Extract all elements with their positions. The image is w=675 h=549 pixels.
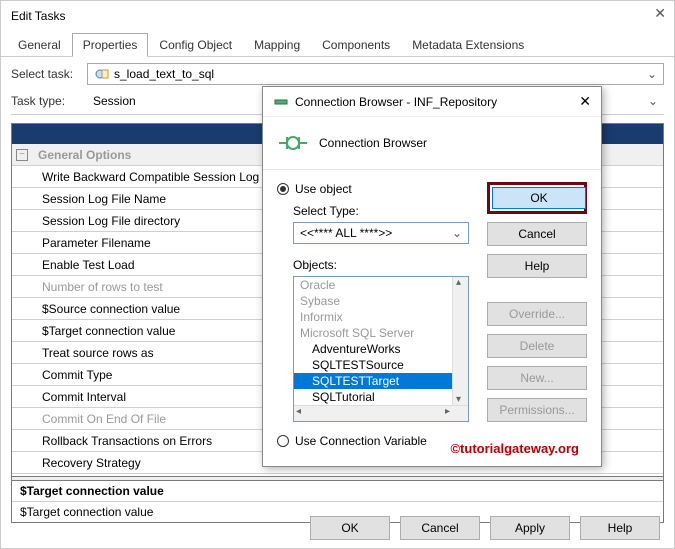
ucv-label: Use Connection Variable [295, 434, 427, 448]
select-type-value: <<**** ALL ****>> [300, 226, 392, 240]
select-type-combo[interactable]: <<**** ALL ****>> [293, 222, 469, 244]
apply-button[interactable]: Apply [490, 516, 570, 540]
tree-sqltesttarget[interactable]: SQLTESTTarget [294, 373, 452, 389]
tab-components[interactable]: Components [311, 33, 401, 56]
watermark: ©tutorialgateway.org [450, 441, 579, 456]
use-object-label: Use object [295, 182, 352, 196]
close-icon[interactable]: ✕ [579, 93, 591, 110]
tab-config-object[interactable]: Config Object [148, 33, 243, 56]
radio-selected-icon [277, 183, 289, 195]
tab-properties[interactable]: Properties [72, 33, 149, 57]
modal-header-text: Connection Browser [319, 136, 427, 150]
select-type-label: Select Type: [293, 204, 475, 218]
new-button[interactable]: New... [487, 366, 587, 390]
modal-ok-button[interactable]: OK [492, 187, 586, 209]
help-button[interactable]: Help [580, 516, 660, 540]
delete-button[interactable]: Delete [487, 334, 587, 358]
select-task-combo[interactable]: s_load_text_to_sql [87, 63, 664, 85]
tab-mapping[interactable]: Mapping [243, 33, 311, 56]
tree-sybase[interactable]: Sybase [294, 293, 452, 309]
connection-icon [273, 94, 289, 110]
task-type-label: Task type: [11, 94, 87, 108]
modal-title-text: Connection Browser - INF_Repository [295, 95, 497, 109]
collapse-icon[interactable]: − [16, 149, 28, 161]
cancel-button[interactable]: Cancel [400, 516, 480, 540]
main-titlebar: Edit Tasks ✕ [1, 1, 674, 31]
close-icon[interactable]: ✕ [654, 5, 666, 22]
detail-title: $Target connection value [12, 481, 663, 502]
tree-oracle[interactable]: Oracle [294, 277, 452, 293]
select-task-value: s_load_text_to_sql [114, 67, 214, 81]
tree-sqltutorial[interactable]: SQLTutorial [294, 389, 452, 405]
plug-icon [277, 127, 309, 159]
group-label: General Options [32, 146, 137, 164]
objects-vscroll[interactable] [452, 277, 468, 405]
tree-informix[interactable]: Informix [294, 309, 452, 325]
connection-browser-dialog: Connection Browser - INF_Repository ✕ Co… [262, 86, 602, 467]
tree-sqltestsource[interactable]: SQLTESTSource [294, 357, 452, 373]
main-title: Edit Tasks [11, 9, 65, 23]
session-icon [94, 66, 110, 82]
tab-general[interactable]: General [7, 33, 72, 56]
modal-header: Connection Browser [263, 117, 601, 170]
modal-help-button[interactable]: Help [487, 254, 587, 278]
objects-listbox[interactable]: Oracle Sybase Informix Microsoft SQL Ser… [293, 276, 469, 422]
grid-splitter[interactable] [12, 476, 663, 480]
tab-metadata-extensions[interactable]: Metadata Extensions [401, 33, 535, 56]
permissions-button[interactable]: Permissions... [487, 398, 587, 422]
grid-scroll-header [645, 124, 663, 144]
main-button-bar: OK Cancel Apply Help [310, 516, 660, 540]
modal-titlebar: Connection Browser - INF_Repository ✕ [263, 87, 601, 117]
tab-strip: General Properties Config Object Mapping… [1, 31, 674, 57]
ok-button[interactable]: OK [310, 516, 390, 540]
modal-left: Use object Select Type: <<**** ALL ****>… [277, 182, 475, 422]
tree-mssql[interactable]: Microsoft SQL Server [294, 325, 452, 341]
select-task-label: Select task: [11, 67, 87, 81]
ok-highlight: OK [487, 182, 587, 214]
radio-unselected-icon [277, 435, 289, 447]
tree-adventureworks[interactable]: AdventureWorks [294, 341, 452, 357]
modal-cancel-button[interactable]: Cancel [487, 222, 587, 246]
objects-label: Objects: [293, 258, 475, 272]
override-button[interactable]: Override... [487, 302, 587, 326]
use-object-radio[interactable]: Use object [277, 182, 475, 196]
modal-right-buttons: OK Cancel Help Override... Delete New...… [487, 182, 587, 422]
modal-body: Use object Select Type: <<**** ALL ****>… [263, 170, 601, 428]
objects-hscroll[interactable] [294, 405, 468, 421]
